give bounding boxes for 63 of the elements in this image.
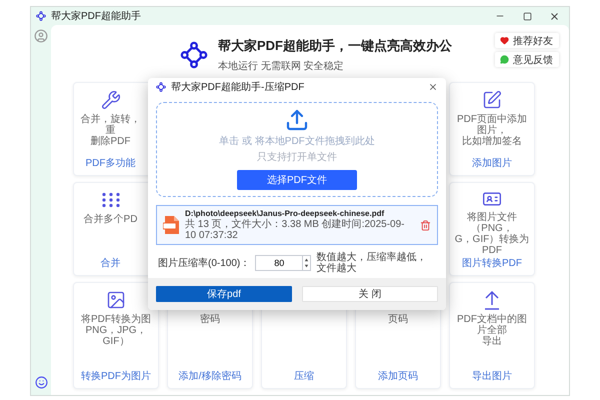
- tool-card[interactable]: PDF文档中的图片全部 导出 导出图片: [449, 282, 535, 389]
- window-title: 帮大家PDF超能助手: [51, 10, 142, 23]
- tool-title: 转换PDF为图片: [81, 370, 151, 383]
- recommend-button[interactable]: 推荐好友: [495, 33, 559, 48]
- file-path: D:\photo\deepseek\Janus-Pro-deepseek-chinese.pdf: [185, 209, 386, 218]
- save-button[interactable]: 保存pdf: [156, 286, 292, 302]
- tool-description: 合并，旋转，重: [80, 114, 142, 136]
- arrow-up-icon: [482, 290, 502, 310]
- pdf-file-icon: [163, 216, 179, 234]
- drop-note: 只支持打开单文件: [257, 150, 337, 164]
- heart-icon: [500, 36, 509, 45]
- tool-title: 添加图片: [472, 156, 512, 170]
- drop-hint: 单击 或 将本地PDF文件拖拽到此处: [219, 134, 375, 148]
- pen-square-icon: [482, 90, 502, 110]
- tool-description: 将PDF转换为图: [81, 314, 151, 325]
- close-button[interactable]: 关 闭: [302, 286, 438, 302]
- dialog-title: 帮大家PDF超能助手-压缩PDF: [171, 80, 306, 94]
- tool-card[interactable]: 将PDF转换为图 PNG，JPG，GIF） 转换PDF为图片: [73, 282, 159, 389]
- app-logo: [156, 82, 166, 92]
- tool-description: PNG，JPG，GIF）: [84, 325, 148, 347]
- tool-description: 密码: [200, 314, 220, 325]
- tool-title: 压缩: [294, 370, 314, 383]
- app-logo: [180, 41, 208, 69]
- select-file-button[interactable]: 选择PDF文件: [237, 170, 357, 190]
- trash-icon[interactable]: [420, 220, 431, 230]
- tool-description: PDF文档中的图片全部: [456, 314, 528, 336]
- compression-hint: 数值越大，压缩率越低，文件越大: [316, 252, 428, 274]
- tool-title: 添加页码: [378, 370, 418, 383]
- upload-icon: [285, 108, 309, 132]
- tool-description: G，GIF）转换为PDF: [454, 234, 530, 256]
- dot-grid-icon: [100, 192, 120, 208]
- compression-field[interactable]: 80: [255, 255, 304, 271]
- image-icon: [106, 290, 126, 310]
- tool-description: 将图片文件（PNG，: [466, 212, 518, 234]
- tool-description: 比如增加签名: [462, 136, 522, 147]
- tool-title: 导出图片: [472, 370, 512, 383]
- compression-label: 图片压缩率(0-100)：: [158, 256, 250, 270]
- tool-description: 删除PDF: [90, 136, 130, 147]
- spinner-arrows-icon[interactable]: [303, 255, 312, 271]
- tagline: 本地运行 无需联网 安全稳定: [218, 60, 345, 73]
- smiley-icon[interactable]: [34, 376, 48, 389]
- chat-bubble-icon: [500, 55, 509, 64]
- close-icon[interactable]: [548, 10, 560, 22]
- tool-card[interactable]: PDF页面中添加图片， 比如增加签名 添加图片: [449, 82, 535, 176]
- headline: 帮大家PDF超能助手，一键点亮高效办公: [218, 37, 452, 55]
- file-row[interactable]: D:\photo\deepseek\Janus-Pro-deepseek-chinese.pdf 共 13 页，文件大小：3.38 MB 创建时间:2025-09-10 07:37:32: [156, 205, 438, 245]
- app-logo: [36, 11, 46, 21]
- maximize-icon[interactable]: [522, 12, 532, 20]
- tool-description: 页码: [388, 314, 408, 325]
- wrench-icon: [100, 90, 120, 110]
- file-info: 共 13 页，文件大小：3.38 MB 创建时间:2025-09-10 07:37:32: [185, 219, 406, 241]
- tool-description: 导出: [482, 336, 502, 347]
- tool-description: PDF页面中添加图片，: [456, 114, 528, 136]
- tool-title: PDF多功能: [86, 156, 136, 170]
- tool-card[interactable]: 将图片文件（PNG， G，GIF）转换为PDF 图片转换PDF: [449, 182, 535, 276]
- drop-zone[interactable]: 单击 或 将本地PDF文件拖拽到此处 只支持打开单文件 选择PDF文件: [156, 102, 438, 197]
- feedback-button[interactable]: 意见反馈: [495, 52, 559, 67]
- close-icon[interactable]: [428, 82, 438, 92]
- tool-title: 合并: [100, 256, 120, 270]
- tool-description: 合并多个PD: [84, 214, 138, 225]
- tool-title: 图片转换PDF: [462, 256, 522, 270]
- tool-title: 添加/移除密码: [178, 370, 242, 383]
- avatar-icon[interactable]: [34, 29, 48, 43]
